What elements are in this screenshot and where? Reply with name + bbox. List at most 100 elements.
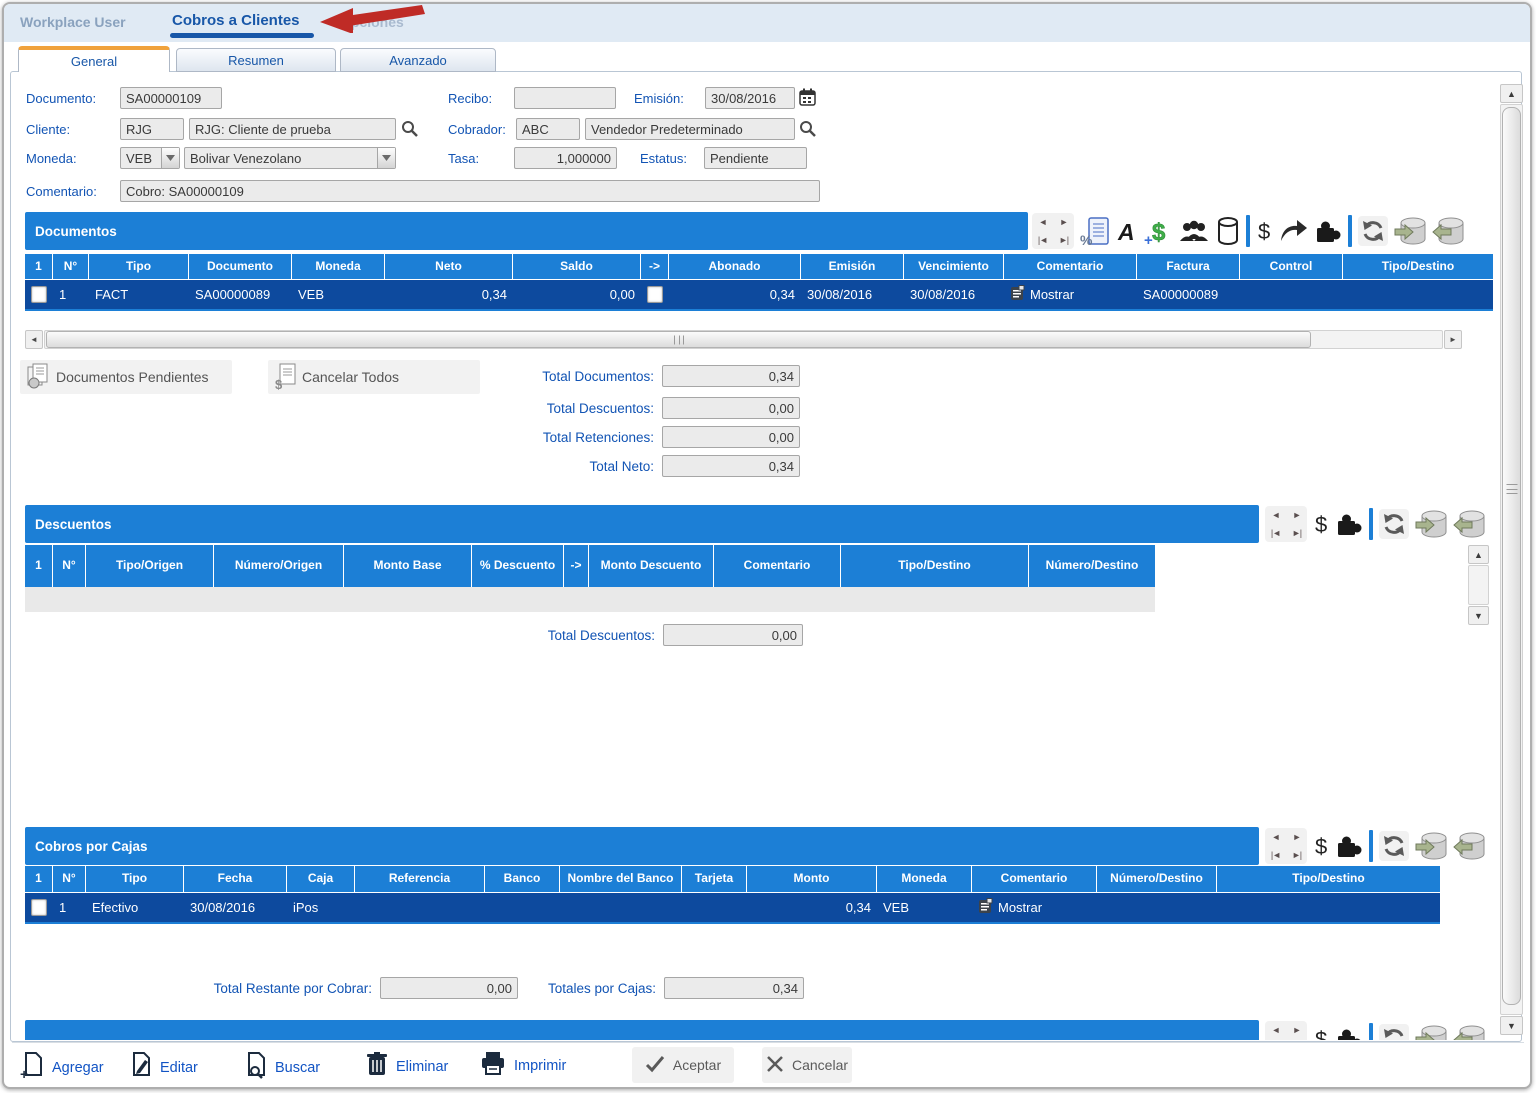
eliminar-button[interactable]: Eliminar	[366, 1051, 448, 1082]
last-icon[interactable]: ►|	[1286, 1039, 1307, 1040]
estatus-input[interactable]	[704, 147, 807, 169]
totales-cajas-input[interactable]	[664, 977, 804, 999]
total-neto-input[interactable]	[662, 455, 800, 477]
cancelar-button[interactable]: Cancelar	[762, 1047, 852, 1083]
column-header[interactable]: N°	[53, 866, 86, 892]
column-header[interactable]: Moneda	[292, 254, 385, 279]
emision-input[interactable]	[705, 87, 795, 109]
total-documentos-input[interactable]	[662, 365, 800, 387]
first-icon[interactable]: |◄	[1032, 231, 1053, 249]
column-header[interactable]: Comentario	[1004, 254, 1137, 279]
prev-icon[interactable]: ◄	[1032, 213, 1053, 231]
cylinder-icon[interactable]	[1216, 216, 1240, 246]
total-descuentos-input[interactable]	[662, 397, 800, 419]
column-header[interactable]: Monto	[747, 866, 877, 892]
mostrar-link[interactable]: Mostrar	[978, 898, 1042, 917]
column-header[interactable]: Emisión	[801, 254, 904, 279]
prev-icon[interactable]: ◄	[1265, 1021, 1286, 1039]
imprimir-button[interactable]: Imprimir	[480, 1051, 566, 1080]
descuentos-vscroll-track[interactable]	[1468, 565, 1489, 605]
column-header[interactable]: Número/Destino	[1097, 866, 1217, 892]
column-header[interactable]: Tipo/Destino	[841, 545, 1029, 587]
scroll-down-icon[interactable]: ▼	[1500, 1016, 1523, 1035]
next-icon[interactable]: ►	[1053, 213, 1074, 231]
db-in-icon[interactable]	[1453, 1024, 1485, 1040]
db-in-icon[interactable]	[1432, 216, 1464, 246]
moneda-name-select[interactable]: Bolivar Venezolano	[184, 147, 396, 169]
table-row[interactable]: 1FACTSA00000089VEB0,340,000,3430/08/2016…	[25, 280, 1493, 309]
column-header[interactable]: Moneda	[877, 866, 972, 892]
total-restante-input[interactable]	[380, 977, 518, 999]
dropdown-arrow-icon[interactable]	[377, 148, 395, 168]
row-checkbox[interactable]	[31, 899, 47, 916]
column-header[interactable]: Tipo/Origen	[86, 545, 214, 587]
db-in-icon[interactable]	[1453, 831, 1485, 861]
scroll-up-icon[interactable]: ▲	[1500, 84, 1523, 103]
percent-doc-icon[interactable]: %	[1080, 215, 1110, 247]
descuentos-total-input[interactable]	[663, 624, 803, 646]
puzzle-icon[interactable]	[1335, 510, 1363, 538]
db-in-icon[interactable]	[1453, 509, 1485, 539]
documento-input[interactable]	[120, 87, 222, 109]
font-a-icon[interactable]: A	[1116, 216, 1138, 246]
subtab-avanzado[interactable]: Avanzado	[340, 48, 496, 72]
column-header[interactable]: N°	[53, 254, 89, 279]
row-checkbox[interactable]	[647, 286, 663, 303]
column-header[interactable]: Fecha	[184, 866, 287, 892]
column-header[interactable]: Monto Descuento	[589, 545, 714, 587]
last-icon[interactable]: ►|	[1286, 524, 1307, 542]
prev-icon[interactable]: ◄	[1265, 828, 1286, 846]
redo-icon[interactable]	[1278, 219, 1308, 243]
cliente-code-input[interactable]	[120, 118, 184, 140]
column-header[interactable]: Neto	[385, 254, 513, 279]
column-header[interactable]: Tipo	[86, 866, 184, 892]
cobrador-code-input[interactable]	[516, 118, 580, 140]
dollar-icon[interactable]: $	[1313, 1024, 1329, 1040]
refresh-icon[interactable]	[1379, 1024, 1409, 1040]
buscar-button[interactable]: Buscar	[243, 1051, 320, 1084]
column-header[interactable]: Caja	[287, 866, 355, 892]
scroll-up-icon[interactable]: ▲	[1468, 545, 1489, 564]
column-header[interactable]: N°	[53, 545, 86, 587]
last-icon[interactable]: ►|	[1286, 846, 1307, 864]
first-icon[interactable]: |◄	[1265, 524, 1286, 542]
dropdown-arrow-icon[interactable]	[161, 148, 179, 168]
column-header[interactable]: Documento	[189, 254, 292, 279]
column-header[interactable]: Número/Origen	[214, 545, 344, 587]
mostrar-link[interactable]: Mostrar	[1010, 285, 1074, 304]
column-header[interactable]: % Descuento	[472, 545, 564, 587]
dollar-add-icon[interactable]: $+	[1144, 216, 1172, 246]
column-header[interactable]: Comentario	[714, 545, 841, 587]
dollar-icon[interactable]: $	[1313, 831, 1329, 861]
column-header[interactable]: 1	[25, 254, 53, 279]
column-header[interactable]: ->	[641, 254, 669, 279]
first-icon[interactable]: |◄	[1265, 846, 1286, 864]
column-header[interactable]: Banco	[485, 866, 560, 892]
table-row[interactable]: 1Efectivo30/08/2016iPos0,34VEBMostrar	[25, 893, 1440, 922]
main-vscroll-track[interactable]	[1500, 104, 1523, 1015]
tab-cobros-a-clientes[interactable]: Cobros a Clientes	[172, 12, 300, 29]
db-out-icon[interactable]	[1415, 831, 1447, 861]
column-header[interactable]: 1	[25, 866, 53, 892]
recibo-input[interactable]	[514, 87, 616, 109]
puzzle-icon[interactable]	[1314, 217, 1342, 245]
tab-workplace-user[interactable]: Workplace User	[20, 14, 126, 30]
hscroll-track[interactable]	[44, 330, 1443, 349]
column-header[interactable]: Tipo	[89, 254, 189, 279]
first-icon[interactable]: |◄	[1265, 1039, 1286, 1040]
column-header[interactable]: Vencimiento	[904, 254, 1004, 279]
comentario-input[interactable]	[120, 180, 820, 202]
next-icon[interactable]: ►	[1286, 828, 1307, 846]
column-header[interactable]: Número/Destino	[1029, 545, 1155, 587]
documentos-pendientes-button[interactable]: Documentos Pendientes	[20, 360, 232, 394]
cliente-search-icon[interactable]	[401, 120, 418, 137]
people-icon[interactable]	[1178, 218, 1210, 244]
scroll-left-icon[interactable]: ◄	[25, 330, 43, 349]
prev-icon[interactable]: ◄	[1265, 506, 1286, 524]
column-header[interactable]: ->	[564, 545, 589, 587]
refresh-icon[interactable]	[1379, 509, 1409, 539]
column-header[interactable]: Tipo/Destino	[1217, 866, 1440, 892]
subtab-general[interactable]: General	[18, 46, 170, 72]
refresh-icon[interactable]	[1379, 831, 1409, 861]
refresh-icon[interactable]	[1358, 216, 1388, 246]
